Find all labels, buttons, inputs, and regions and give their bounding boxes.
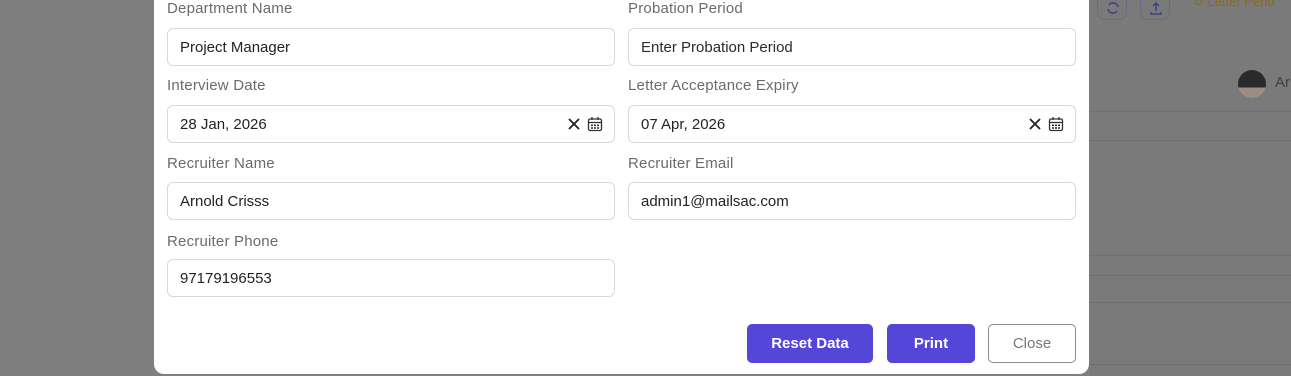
pending-icon: ↻: [1193, 0, 1204, 9]
upload-icon: [1150, 1, 1162, 15]
background-divider: [1089, 275, 1291, 276]
department-name-input[interactable]: [167, 28, 615, 66]
letter-status-text: Letter Pend: [1207, 0, 1275, 9]
background-divider: [1089, 111, 1291, 112]
background-divider: [1089, 364, 1291, 365]
background-divider: [1089, 302, 1291, 303]
department-name-label: Department Name: [167, 0, 293, 17]
offer-letter-modal: Department Name Probation Period Intervi…: [154, 0, 1089, 374]
probation-period-input[interactable]: [628, 28, 1076, 66]
letter-acceptance-expiry-picker: [628, 105, 1076, 143]
interview-date-label: Interview Date: [167, 77, 266, 94]
recruiter-phone-label: Recruiter Phone: [167, 233, 279, 250]
reset-data-button[interactable]: Reset Data: [747, 324, 873, 363]
recruiter-email-label: Recruiter Email: [628, 155, 734, 172]
background-page: [1089, 0, 1291, 376]
refresh-icon: [1107, 2, 1119, 14]
avatar-name: Ar: [1275, 74, 1290, 91]
recruiter-phone-input[interactable]: [167, 259, 615, 297]
probation-period-label: Probation Period: [628, 0, 743, 17]
avatar[interactable]: [1238, 70, 1266, 98]
recruiter-name-input[interactable]: [167, 182, 615, 220]
interview-date-input[interactable]: [167, 105, 615, 143]
calendar-icon[interactable]: [1048, 116, 1064, 132]
close-button[interactable]: Close: [988, 324, 1076, 363]
letter-status-badge: ↻ Letter Pend: [1193, 0, 1275, 10]
upload-button[interactable]: [1140, 0, 1170, 20]
calendar-icon[interactable]: [587, 116, 603, 132]
letter-acceptance-expiry-input[interactable]: [628, 105, 1076, 143]
refresh-button[interactable]: [1097, 0, 1127, 20]
recruiter-email-input[interactable]: [628, 182, 1076, 220]
print-button[interactable]: Print: [887, 324, 975, 363]
letter-acceptance-expiry-label: Letter Acceptance Expiry: [628, 77, 799, 94]
background-divider: [1089, 255, 1291, 256]
background-divider: [1089, 140, 1291, 141]
recruiter-name-label: Recruiter Name: [167, 155, 275, 172]
clear-icon[interactable]: [1028, 117, 1042, 131]
interview-date-picker: [167, 105, 615, 143]
clear-icon[interactable]: [567, 117, 581, 131]
